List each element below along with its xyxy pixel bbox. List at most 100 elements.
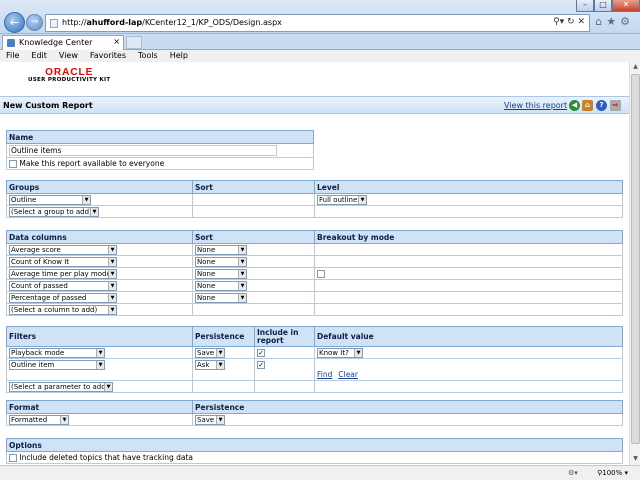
include-checkbox[interactable]: ✓: [257, 349, 265, 357]
default-value-header: Default value: [314, 326, 623, 347]
new-tab-button[interactable]: [126, 36, 142, 49]
chevron-down-icon: ▼: [354, 348, 362, 357]
table-row: (Select a column to add) ▼: [6, 303, 623, 316]
group-select[interactable]: Outline ▼: [9, 194, 91, 205]
vertical-scrollbar[interactable]: ▲ ▼: [629, 62, 640, 465]
format-section: Format Persistence Formatted ▼ Save ▼: [6, 400, 623, 426]
table-row: Count of passed ▼ None ▼: [6, 279, 623, 292]
chevron-down-icon: ▼: [90, 207, 98, 216]
format-persistence-select[interactable]: Save ▼: [195, 414, 225, 425]
sort-select[interactable]: None ▼: [195, 280, 247, 291]
gear-icon[interactable]: ⚙: [620, 15, 634, 28]
filter-select[interactable]: Outline item ▼: [9, 360, 105, 370]
browser-titlebar: ← → http://ahufford-lap/KCenter12_1/KP_O…: [0, 0, 640, 34]
breakout-checkbox[interactable]: [317, 270, 325, 278]
data-columns-header: Data columns: [6, 230, 193, 244]
minimize-icon[interactable]: –: [576, 0, 594, 12]
chevron-down-icon: ▼: [108, 305, 116, 314]
back-arrow-icon[interactable]: ←: [4, 12, 25, 33]
include-deleted-checkbox[interactable]: [9, 454, 17, 462]
tab-bar: Knowledge Center ×: [0, 34, 640, 50]
home-icon[interactable]: ⌂: [582, 100, 593, 111]
back-circle-icon[interactable]: ◀: [569, 100, 580, 111]
scroll-down-icon[interactable]: ▼: [631, 455, 640, 464]
menu-edit[interactable]: Edit: [31, 50, 47, 62]
menu-help[interactable]: Help: [170, 50, 188, 62]
persistence-select[interactable]: Ask ▼: [195, 360, 225, 370]
chevron-down-icon: ▼: [216, 348, 224, 357]
format-select[interactable]: Formatted ▼: [9, 414, 69, 425]
forward-arrow-icon[interactable]: →: [26, 14, 43, 31]
chevron-down-icon: ▼: [96, 348, 104, 357]
column-select[interactable]: Count of passed ▼: [9, 280, 117, 291]
available-everyone-checkbox[interactable]: [9, 160, 17, 168]
logo-subtitle: USER PRODUCTIVITY KIT: [28, 77, 111, 83]
name-section: Name Outline items Make this report avai…: [6, 130, 314, 170]
menu-tools[interactable]: Tools: [138, 50, 158, 62]
chevron-down-icon: ▼: [96, 361, 104, 369]
close-icon[interactable]: ✕: [612, 0, 640, 12]
scroll-up-icon[interactable]: ▲: [631, 63, 640, 72]
sort-select[interactable]: None ▼: [195, 256, 247, 267]
filter-select[interactable]: Playback mode ▼: [9, 347, 105, 358]
options-section: Options Include deleted topics that have…: [6, 438, 623, 464]
table-row: Outline ▼ Full outline ▼: [6, 193, 623, 206]
groups-level-header: Level: [314, 180, 623, 194]
menu-view[interactable]: View: [59, 50, 78, 62]
name-header: Name: [6, 130, 314, 144]
format-header: Format: [6, 400, 193, 414]
scroll-thumb[interactable]: [631, 74, 640, 444]
clear-link[interactable]: Clear: [338, 370, 358, 379]
chevron-down-icon: ▼: [216, 415, 224, 424]
page-icon: [50, 19, 58, 28]
tab-close-icon[interactable]: ×: [113, 37, 120, 46]
page-content: ORACLE USER PRODUCTIVITY KIT New Custom …: [0, 62, 629, 465]
column-select[interactable]: Average time per play mode ▼: [9, 268, 117, 279]
column-select[interactable]: Count of Know It ▼: [9, 256, 117, 267]
logout-icon[interactable]: ⇨: [610, 100, 621, 111]
table-row: Average score ▼ None ▼: [6, 243, 623, 256]
home-icon[interactable]: ⌂: [595, 15, 606, 28]
chevron-down-icon: ▼: [238, 245, 246, 254]
sort-select[interactable]: None ▼: [195, 292, 247, 303]
level-select[interactable]: Full outline ▼: [317, 194, 367, 205]
add-column-select[interactable]: (Select a column to add) ▼: [9, 304, 117, 315]
include-checkbox[interactable]: ✓: [257, 361, 265, 369]
help-icon[interactable]: ?: [596, 100, 607, 111]
groups-header: Groups: [6, 180, 193, 194]
window-controls: – □ ✕: [576, 0, 640, 12]
include-header: Include in report: [254, 326, 315, 347]
sort-select[interactable]: None ▼: [195, 268, 247, 279]
data-sort-header: Sort: [192, 230, 315, 244]
add-parameter-select[interactable]: (Select a parameter to add) ▼: [9, 381, 113, 392]
favorites-star-icon[interactable]: ★: [606, 15, 620, 28]
zoom-value: 100%: [602, 469, 623, 477]
chevron-down-icon: ▼: [238, 257, 246, 266]
chevron-down-icon: ▼: [238, 293, 246, 302]
tab-knowledge-center[interactable]: Knowledge Center ×: [2, 35, 124, 50]
chevron-down-icon: ▼: [108, 257, 116, 266]
menu-bar: File Edit View Favorites Tools Help: [0, 50, 640, 62]
zoom-level[interactable]: ⚲100% ▾: [597, 469, 628, 477]
address-tools-icon[interactable]: ⚲▾ ↻ ✕: [553, 17, 585, 27]
menu-favorites[interactable]: Favorites: [90, 50, 126, 62]
persistence-select[interactable]: Save ▼: [195, 347, 225, 358]
address-bar[interactable]: http://ahufford-lap/KCenter12_1/KP_ODS/D…: [45, 14, 590, 32]
filters-header: Filters: [6, 326, 193, 347]
chevron-down-icon: ▼: [238, 281, 246, 290]
report-name-input[interactable]: Outline items: [9, 145, 277, 156]
report-header-bar: New Custom Report View this report ◀ ⌂ ?…: [0, 96, 629, 114]
maximize-icon[interactable]: □: [594, 0, 612, 12]
add-group-select[interactable]: (Select a group to add) ▼: [9, 206, 99, 217]
default-value-select[interactable]: Know It? ▼: [317, 347, 363, 358]
chevron-down-icon: ▼: [238, 269, 246, 278]
column-select[interactable]: Percentage of passed ▼: [9, 292, 117, 303]
view-report-link[interactable]: View this report: [504, 101, 567, 110]
menu-file[interactable]: File: [6, 50, 19, 62]
find-link[interactable]: Find: [317, 370, 332, 379]
column-select[interactable]: Average score ▼: [9, 244, 117, 255]
oracle-upk-logo: ORACLE USER PRODUCTIVITY KIT: [28, 68, 110, 84]
tab-title: Knowledge Center: [19, 38, 93, 47]
address-prefix: http://: [62, 18, 87, 27]
sort-select[interactable]: None ▼: [195, 244, 247, 255]
